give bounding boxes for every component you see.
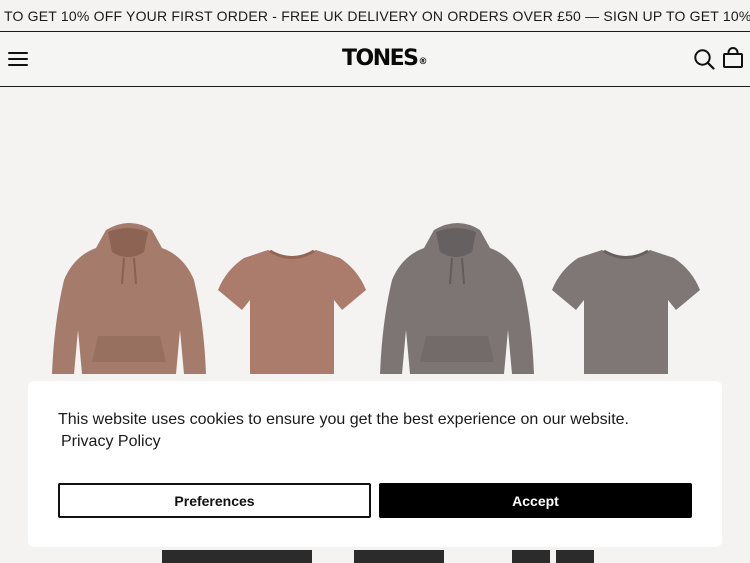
shopping-bag-icon[interactable] (722, 47, 744, 69)
cookie-message: This website uses cookies to ensure you … (58, 411, 629, 428)
product-hoodie-grey[interactable] (376, 222, 538, 382)
privacy-policy-link[interactable]: Privacy Policy (61, 431, 161, 453)
announcement-bar: TO GET 10% OFF YOUR FIRST ORDER - FREE U… (0, 0, 750, 32)
site-header: TONES® (0, 32, 750, 87)
product-bottoms-black[interactable] (160, 546, 600, 563)
search-icon[interactable] (693, 48, 715, 70)
cookie-banner: This website uses cookies to ensure you … (28, 381, 722, 547)
logo-registered-mark: ® (418, 57, 428, 67)
preferences-button[interactable]: Preferences (58, 483, 371, 518)
brand-logo[interactable]: TONES® (342, 45, 428, 73)
announcement-text: TO GET 10% OFF YOUR FIRST ORDER - FREE U… (4, 8, 750, 24)
product-hoodie-terracotta[interactable] (48, 222, 210, 382)
logo-text: TONES (342, 46, 419, 71)
product-tshirt-terracotta[interactable] (216, 248, 368, 376)
product-tshirt-grey[interactable] (550, 248, 702, 376)
accept-button[interactable]: Accept (379, 483, 692, 518)
menu-icon[interactable] (8, 51, 28, 67)
